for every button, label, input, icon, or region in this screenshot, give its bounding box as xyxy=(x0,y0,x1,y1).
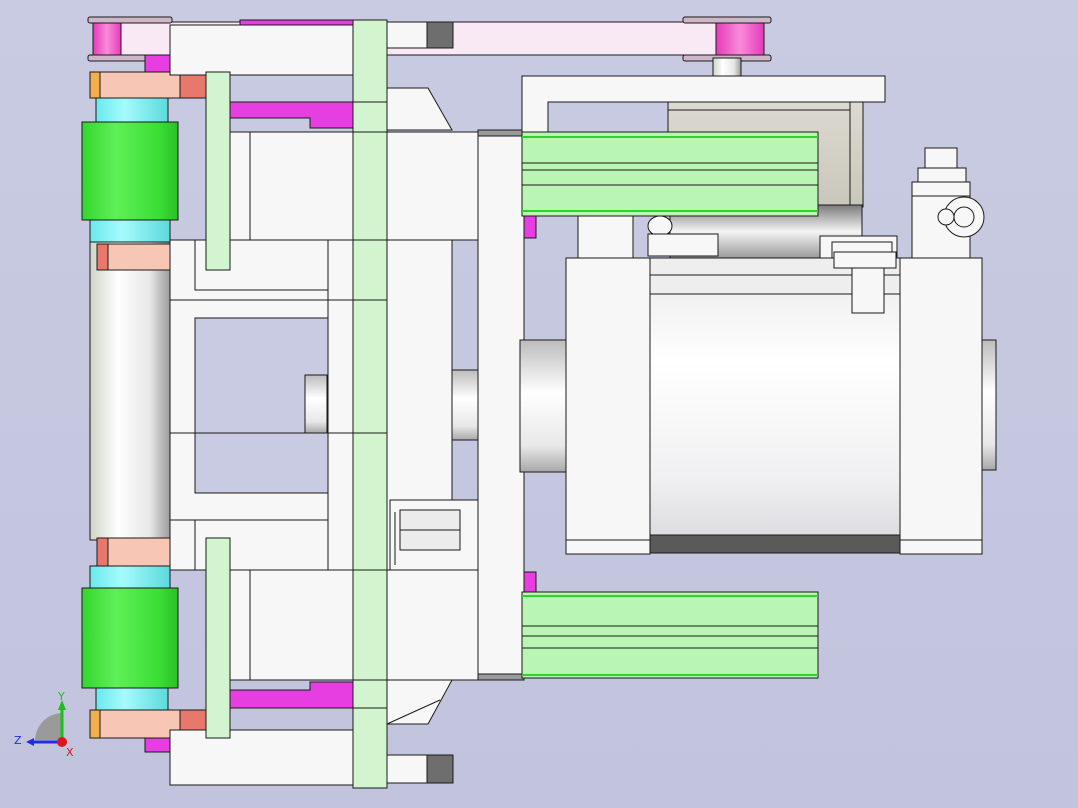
cad-viewport[interactable]: Y Z X xyxy=(0,0,1078,808)
left-pulley xyxy=(92,19,122,59)
connector-box xyxy=(389,499,479,571)
center-shaft-stub xyxy=(304,374,328,434)
bottom-green-roller xyxy=(81,587,179,689)
upper-fitting-eye xyxy=(647,215,673,237)
bottom-clamp-cap xyxy=(426,754,454,784)
upper-side-plate xyxy=(205,71,231,271)
fitting-port-icon xyxy=(953,206,975,228)
center-vertical-rail xyxy=(352,19,388,789)
right-pulley xyxy=(715,19,765,59)
triad-y-label: Y xyxy=(57,690,65,703)
lower-cylinder xyxy=(521,591,819,679)
top-green-roller xyxy=(81,121,179,221)
assembly-drawing[interactable]: Y Z X xyxy=(0,0,1078,808)
motor-left-flange xyxy=(565,257,651,555)
left-main-shaft xyxy=(89,239,171,541)
lower-side-plate xyxy=(205,537,231,739)
upper-cylinder xyxy=(521,131,819,217)
mounting-plate xyxy=(477,133,525,679)
motor-shaft-left xyxy=(519,339,571,473)
triad-z-label: Z xyxy=(14,734,22,747)
top-clamp-cap xyxy=(426,21,454,49)
main-motor xyxy=(565,251,997,555)
triad-x-label: X xyxy=(66,746,74,759)
motor-right-flange xyxy=(899,257,983,555)
motor-shaft-right xyxy=(981,339,997,471)
